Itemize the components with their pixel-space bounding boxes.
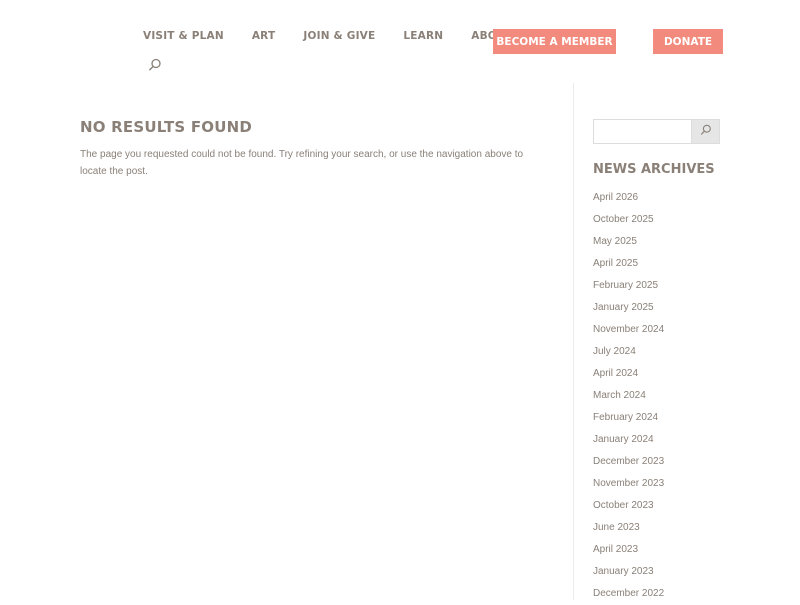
- main-content: NO RESULTS FOUND The page you requested …: [80, 118, 550, 180]
- archives-title: NEWS ARCHIVES: [593, 162, 715, 177]
- archive-link[interactable]: December 2023: [593, 456, 664, 467]
- list-item: October 2025: [593, 209, 720, 231]
- archive-link[interactable]: January 2024: [593, 434, 654, 445]
- archive-link[interactable]: April 2024: [593, 368, 638, 379]
- archive-link[interactable]: April 2025: [593, 258, 638, 269]
- list-item: April 2024: [593, 363, 720, 385]
- list-item: October 2023: [593, 495, 720, 517]
- archive-link[interactable]: October 2025: [593, 214, 654, 225]
- list-item: April 2023: [593, 539, 720, 561]
- list-item: February 2025: [593, 275, 720, 297]
- list-item: February 2024: [593, 407, 720, 429]
- list-item: June 2023: [593, 517, 720, 539]
- archive-link[interactable]: July 2024: [593, 346, 636, 357]
- nav-visit-plan[interactable]: VISIT & PLAN: [143, 30, 224, 42]
- archive-link[interactable]: April 2023: [593, 544, 638, 555]
- list-item: July 2024: [593, 341, 720, 363]
- sidebar: NEWS ARCHIVES April 2026 October 2025 Ma…: [593, 119, 720, 605]
- list-item: January 2025: [593, 297, 720, 319]
- not-found-message: The page you requested could not be foun…: [80, 149, 524, 177]
- nav-learn[interactable]: LEARN: [403, 30, 443, 42]
- page-title: NO RESULTS FOUND: [80, 118, 253, 136]
- archive-link[interactable]: March 2024: [593, 390, 646, 401]
- sidebar-divider: [573, 83, 574, 600]
- list-item: January 2023: [593, 561, 720, 583]
- archive-link[interactable]: February 2024: [593, 412, 658, 423]
- archive-link[interactable]: November 2023: [593, 478, 664, 489]
- list-item: April 2026: [593, 187, 720, 209]
- search-icon: [700, 124, 712, 139]
- archive-link[interactable]: October 2023: [593, 500, 654, 511]
- nav-join-give[interactable]: JOIN & GIVE: [303, 30, 375, 42]
- archive-link[interactable]: February 2025: [593, 280, 658, 291]
- sidebar-search: [593, 119, 720, 144]
- search-button[interactable]: [691, 119, 720, 144]
- archive-link[interactable]: January 2025: [593, 302, 654, 313]
- list-item: November 2023: [593, 473, 720, 495]
- archive-link[interactable]: April 2026: [593, 192, 638, 203]
- donate-button[interactable]: DONATE: [653, 29, 723, 54]
- list-item: December 2022: [593, 583, 720, 605]
- search-icon[interactable]: [148, 58, 162, 72]
- archive-link[interactable]: December 2022: [593, 588, 664, 599]
- list-item: May 2025: [593, 231, 720, 253]
- main-nav: VISIT & PLAN ART JOIN & GIVE LEARN ABOUT: [143, 30, 541, 42]
- archives-list: April 2026 October 2025 May 2025 April 2…: [593, 187, 720, 605]
- archive-link[interactable]: May 2025: [593, 236, 637, 247]
- list-item: January 2024: [593, 429, 720, 451]
- list-item: November 2024: [593, 319, 720, 341]
- archive-link[interactable]: January 2023: [593, 566, 654, 577]
- list-item: March 2024: [593, 385, 720, 407]
- nav-art[interactable]: ART: [252, 30, 276, 42]
- list-item: December 2023: [593, 451, 720, 473]
- archive-link[interactable]: November 2024: [593, 324, 664, 335]
- become-member-button[interactable]: BECOME A MEMBER: [493, 29, 616, 54]
- search-input[interactable]: [593, 119, 691, 144]
- list-item: April 2025: [593, 253, 720, 275]
- archive-link[interactable]: June 2023: [593, 522, 640, 533]
